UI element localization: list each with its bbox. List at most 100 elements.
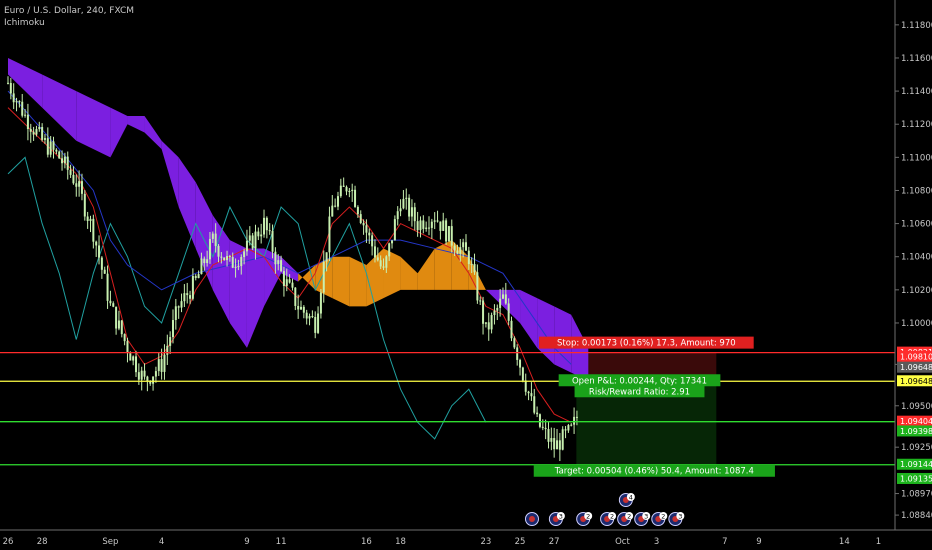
price-tag: 1.09144	[900, 460, 932, 469]
y-tick-label: 1.08970	[901, 490, 932, 500]
candle	[379, 260, 382, 267]
candle	[410, 207, 413, 217]
candle	[234, 266, 237, 268]
candle	[61, 158, 64, 164]
candle	[177, 306, 180, 308]
candle	[450, 226, 453, 246]
candle	[297, 305, 300, 310]
kumo-bear-segment	[178, 157, 196, 249]
price-tag: 1.09810	[900, 352, 932, 361]
candle	[408, 197, 411, 217]
x-tick-label: 23	[480, 537, 491, 547]
candle	[211, 233, 214, 239]
candle	[120, 320, 123, 335]
candle	[214, 233, 217, 246]
candle	[422, 220, 425, 229]
candle	[385, 256, 388, 268]
candle	[464, 242, 467, 251]
candle	[470, 264, 473, 266]
candle	[7, 82, 9, 84]
candle	[203, 258, 206, 264]
x-tick-label: 11	[276, 537, 287, 547]
chart-root: Euro / U.S. Dollar, 240, FXCM Ichimoku S…	[0, 0, 932, 550]
candle	[58, 151, 61, 159]
candle	[550, 438, 553, 442]
candle	[109, 300, 112, 304]
candle	[473, 264, 476, 273]
y-tick-label: 1.11400	[901, 87, 932, 97]
x-tick-label: 16	[361, 537, 372, 547]
candle	[351, 189, 354, 191]
candle	[365, 225, 368, 233]
candle	[191, 275, 194, 299]
candle	[66, 156, 69, 170]
y-tick-label: 1.09500	[901, 402, 932, 412]
candle	[345, 186, 348, 192]
candle	[285, 279, 288, 286]
candle	[510, 320, 513, 339]
candle	[89, 218, 92, 221]
kumo-bear-segment	[42, 74, 77, 141]
candle	[265, 217, 268, 231]
candle	[291, 282, 294, 288]
candle	[21, 101, 24, 116]
candle	[263, 217, 266, 235]
candle	[570, 424, 573, 426]
candle	[339, 185, 342, 197]
risk-reward-label: Risk/Reward Ratio: 2.91	[589, 387, 690, 397]
candle	[507, 303, 510, 321]
candle	[98, 245, 101, 258]
candle	[553, 438, 556, 450]
candle	[527, 391, 530, 394]
candle	[362, 223, 365, 226]
event-count: 2	[627, 513, 631, 521]
candle	[368, 232, 371, 236]
candle	[558, 440, 561, 450]
kumo-bull-segment	[400, 256, 418, 290]
candle	[336, 196, 339, 207]
candle	[106, 273, 109, 301]
candle	[226, 256, 229, 261]
y-tick-label: 1.10200	[901, 286, 932, 296]
candle	[9, 83, 12, 94]
x-tick-label: 28	[37, 537, 48, 547]
candle	[482, 300, 485, 324]
candle	[200, 258, 203, 275]
candle	[280, 260, 283, 272]
candle	[547, 429, 550, 442]
candle	[519, 359, 522, 368]
candle	[393, 219, 396, 241]
candle	[254, 231, 257, 249]
x-tick-label: 4	[159, 537, 164, 547]
candle	[294, 287, 297, 306]
candle	[425, 227, 428, 229]
candle	[371, 235, 374, 247]
candle	[69, 169, 72, 175]
candle	[541, 426, 544, 428]
y-tick-label: 1.11800	[901, 21, 932, 31]
price-tag: 1.09404	[900, 417, 932, 426]
kumo-bear-segment	[127, 115, 145, 133]
candle	[183, 293, 186, 302]
candle	[240, 257, 243, 267]
candle	[334, 205, 337, 207]
candle	[137, 372, 140, 380]
candle	[46, 138, 49, 155]
candle	[501, 294, 504, 299]
candle	[72, 174, 75, 184]
chart-canvas[interactable]: Stop: 0.00173 (0.16%) 17.3, Amount: 970 O…	[0, 0, 932, 550]
candle	[171, 320, 174, 338]
candle	[533, 396, 536, 413]
event-count: 3	[678, 513, 682, 521]
candle	[382, 266, 385, 268]
candle	[63, 156, 66, 164]
candle	[413, 207, 416, 222]
candle	[342, 185, 345, 187]
candle	[49, 141, 52, 155]
candle	[302, 306, 305, 313]
candle	[135, 356, 138, 373]
candle	[484, 322, 487, 324]
candle	[328, 216, 331, 253]
kumo-bear-segment	[537, 298, 555, 365]
y-tick-label: 1.10400	[901, 253, 932, 263]
